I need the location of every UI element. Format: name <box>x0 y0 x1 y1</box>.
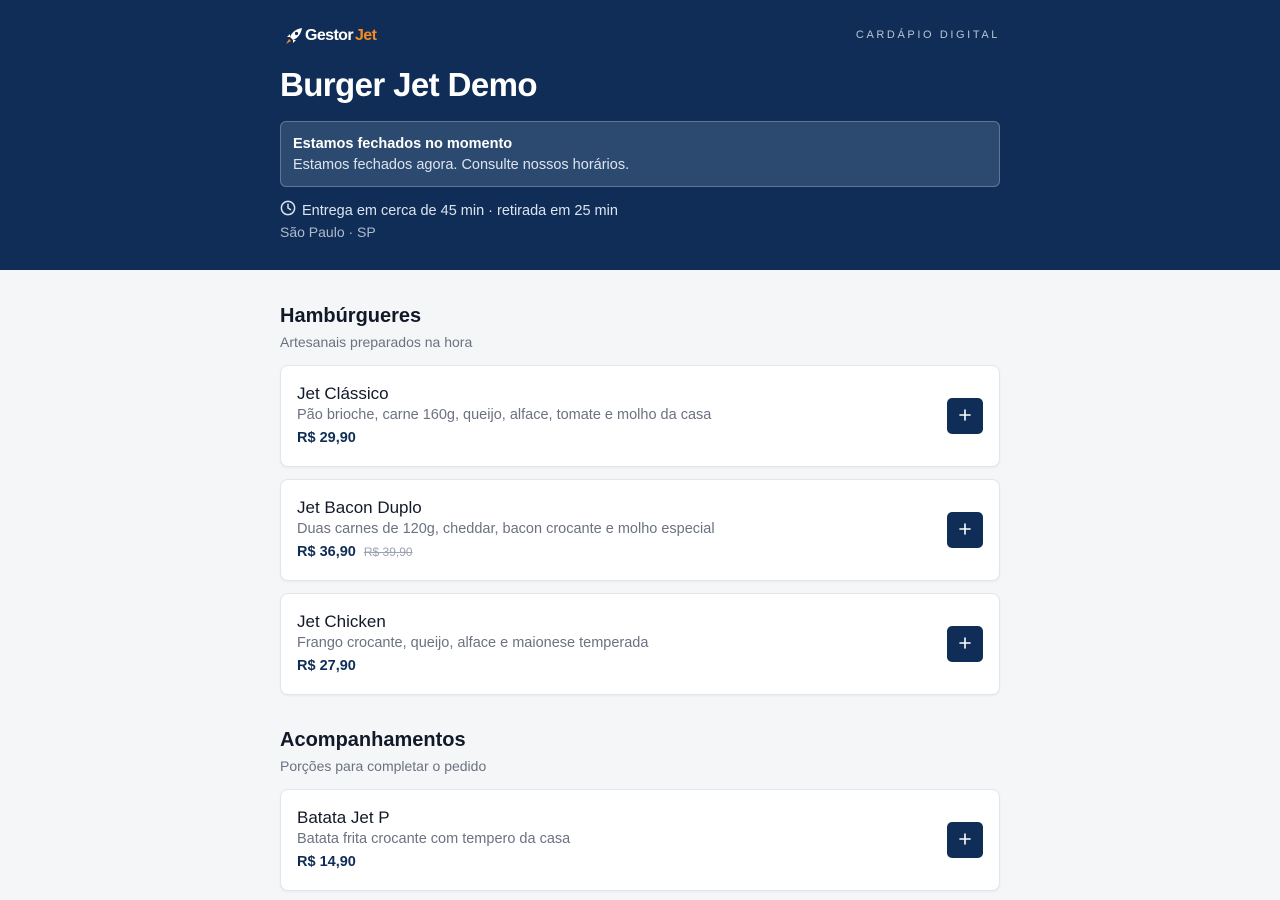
clock-icon <box>280 200 296 222</box>
product-old-price: R$ 39,90 <box>363 545 413 559</box>
product-list: Batata Jet P Batata frita crocante com t… <box>280 789 1000 891</box>
product-name: Jet Chicken <box>297 612 386 631</box>
rocket-icon <box>285 27 303 45</box>
closed-notice: Estamos fechados no momento Estamos fech… <box>280 121 1000 187</box>
logo-text-gestor: Gestor <box>305 27 354 44</box>
product-price: R$ 27,90 <box>297 658 356 674</box>
plus-icon <box>959 636 971 652</box>
add-to-cart-button[interactable] <box>947 512 983 548</box>
product-price: R$ 29,90 <box>297 430 356 446</box>
category-title: Acompanhamentos <box>280 729 466 751</box>
product-description: Pão brioche, carne 160g, queijo, alface,… <box>297 407 712 423</box>
product-card[interactable]: Jet Bacon Duplo Duas carnes de 120g, che… <box>280 479 1000 581</box>
gestorjet-logo[interactable]: Gestor Jet <box>285 27 377 45</box>
category-hamburgueres: Hambúrgueres Artesanais preparados na ho… <box>280 304 1000 695</box>
product-description: Frango crocante, queijo, alface e maione… <box>297 635 649 651</box>
notice-text: Estamos fechados agora. Consulte nossos … <box>293 157 630 173</box>
category-title: Hambúrgueres <box>280 305 422 327</box>
plus-icon <box>959 832 971 848</box>
price-row: R$ 14,90 <box>297 852 983 872</box>
add-to-cart-button[interactable] <box>947 626 983 662</box>
store-title: Burger Jet Demo <box>280 66 538 103</box>
top-bar: Gestor Jet CARDÁPIO DIGITAL <box>280 24 1000 48</box>
price-row: R$ 27,90 <box>297 656 983 676</box>
category-acompanhamentos: Acompanhamentos Porções para completar o… <box>280 728 1000 891</box>
menu: Hambúrgueres Artesanais preparados na ho… <box>0 270 1280 891</box>
tagline: CARDÁPIO DIGITAL <box>855 29 1000 41</box>
add-to-cart-button[interactable] <box>947 398 983 434</box>
product-description: Duas carnes de 120g, cheddar, bacon croc… <box>297 521 715 537</box>
plus-icon <box>959 408 971 424</box>
store-location: São Paulo · SP <box>280 224 376 240</box>
product-price: R$ 36,90 <box>297 544 356 560</box>
product-name: Jet Clássico <box>297 384 389 403</box>
delivery-info: Entrega em cerca de 45 min · retirada em… <box>280 200 1000 222</box>
plus-icon <box>959 522 971 538</box>
product-list: Jet Clássico Pão brioche, carne 160g, qu… <box>280 365 1000 695</box>
product-card[interactable]: Jet Chicken Frango crocante, queijo, alf… <box>280 593 1000 695</box>
delivery-text: Entrega em cerca de 45 min · retirada em… <box>302 203 618 219</box>
logo-text-jet: Jet <box>354 27 377 44</box>
notice-title: Estamos fechados no momento <box>293 136 513 152</box>
category-subtitle: Artesanais preparados na hora <box>280 334 473 350</box>
product-description: Batata frita crocante com tempero da cas… <box>297 831 571 847</box>
product-card[interactable]: Jet Clássico Pão brioche, carne 160g, qu… <box>280 365 1000 467</box>
product-price: R$ 14,90 <box>297 854 356 870</box>
store-header: Gestor Jet CARDÁPIO DIGITAL Burger Jet De… <box>0 0 1280 270</box>
product-card[interactable]: Batata Jet P Batata frita crocante com t… <box>280 789 1000 891</box>
product-name: Jet Bacon Duplo <box>297 498 422 517</box>
category-subtitle: Porções para completar o pedido <box>280 758 487 774</box>
add-to-cart-button[interactable] <box>947 822 983 858</box>
product-name: Batata Jet P <box>297 808 390 827</box>
price-row: R$ 29,90 <box>297 428 983 448</box>
price-row: R$ 36,90 R$ 39,90 <box>297 542 983 562</box>
